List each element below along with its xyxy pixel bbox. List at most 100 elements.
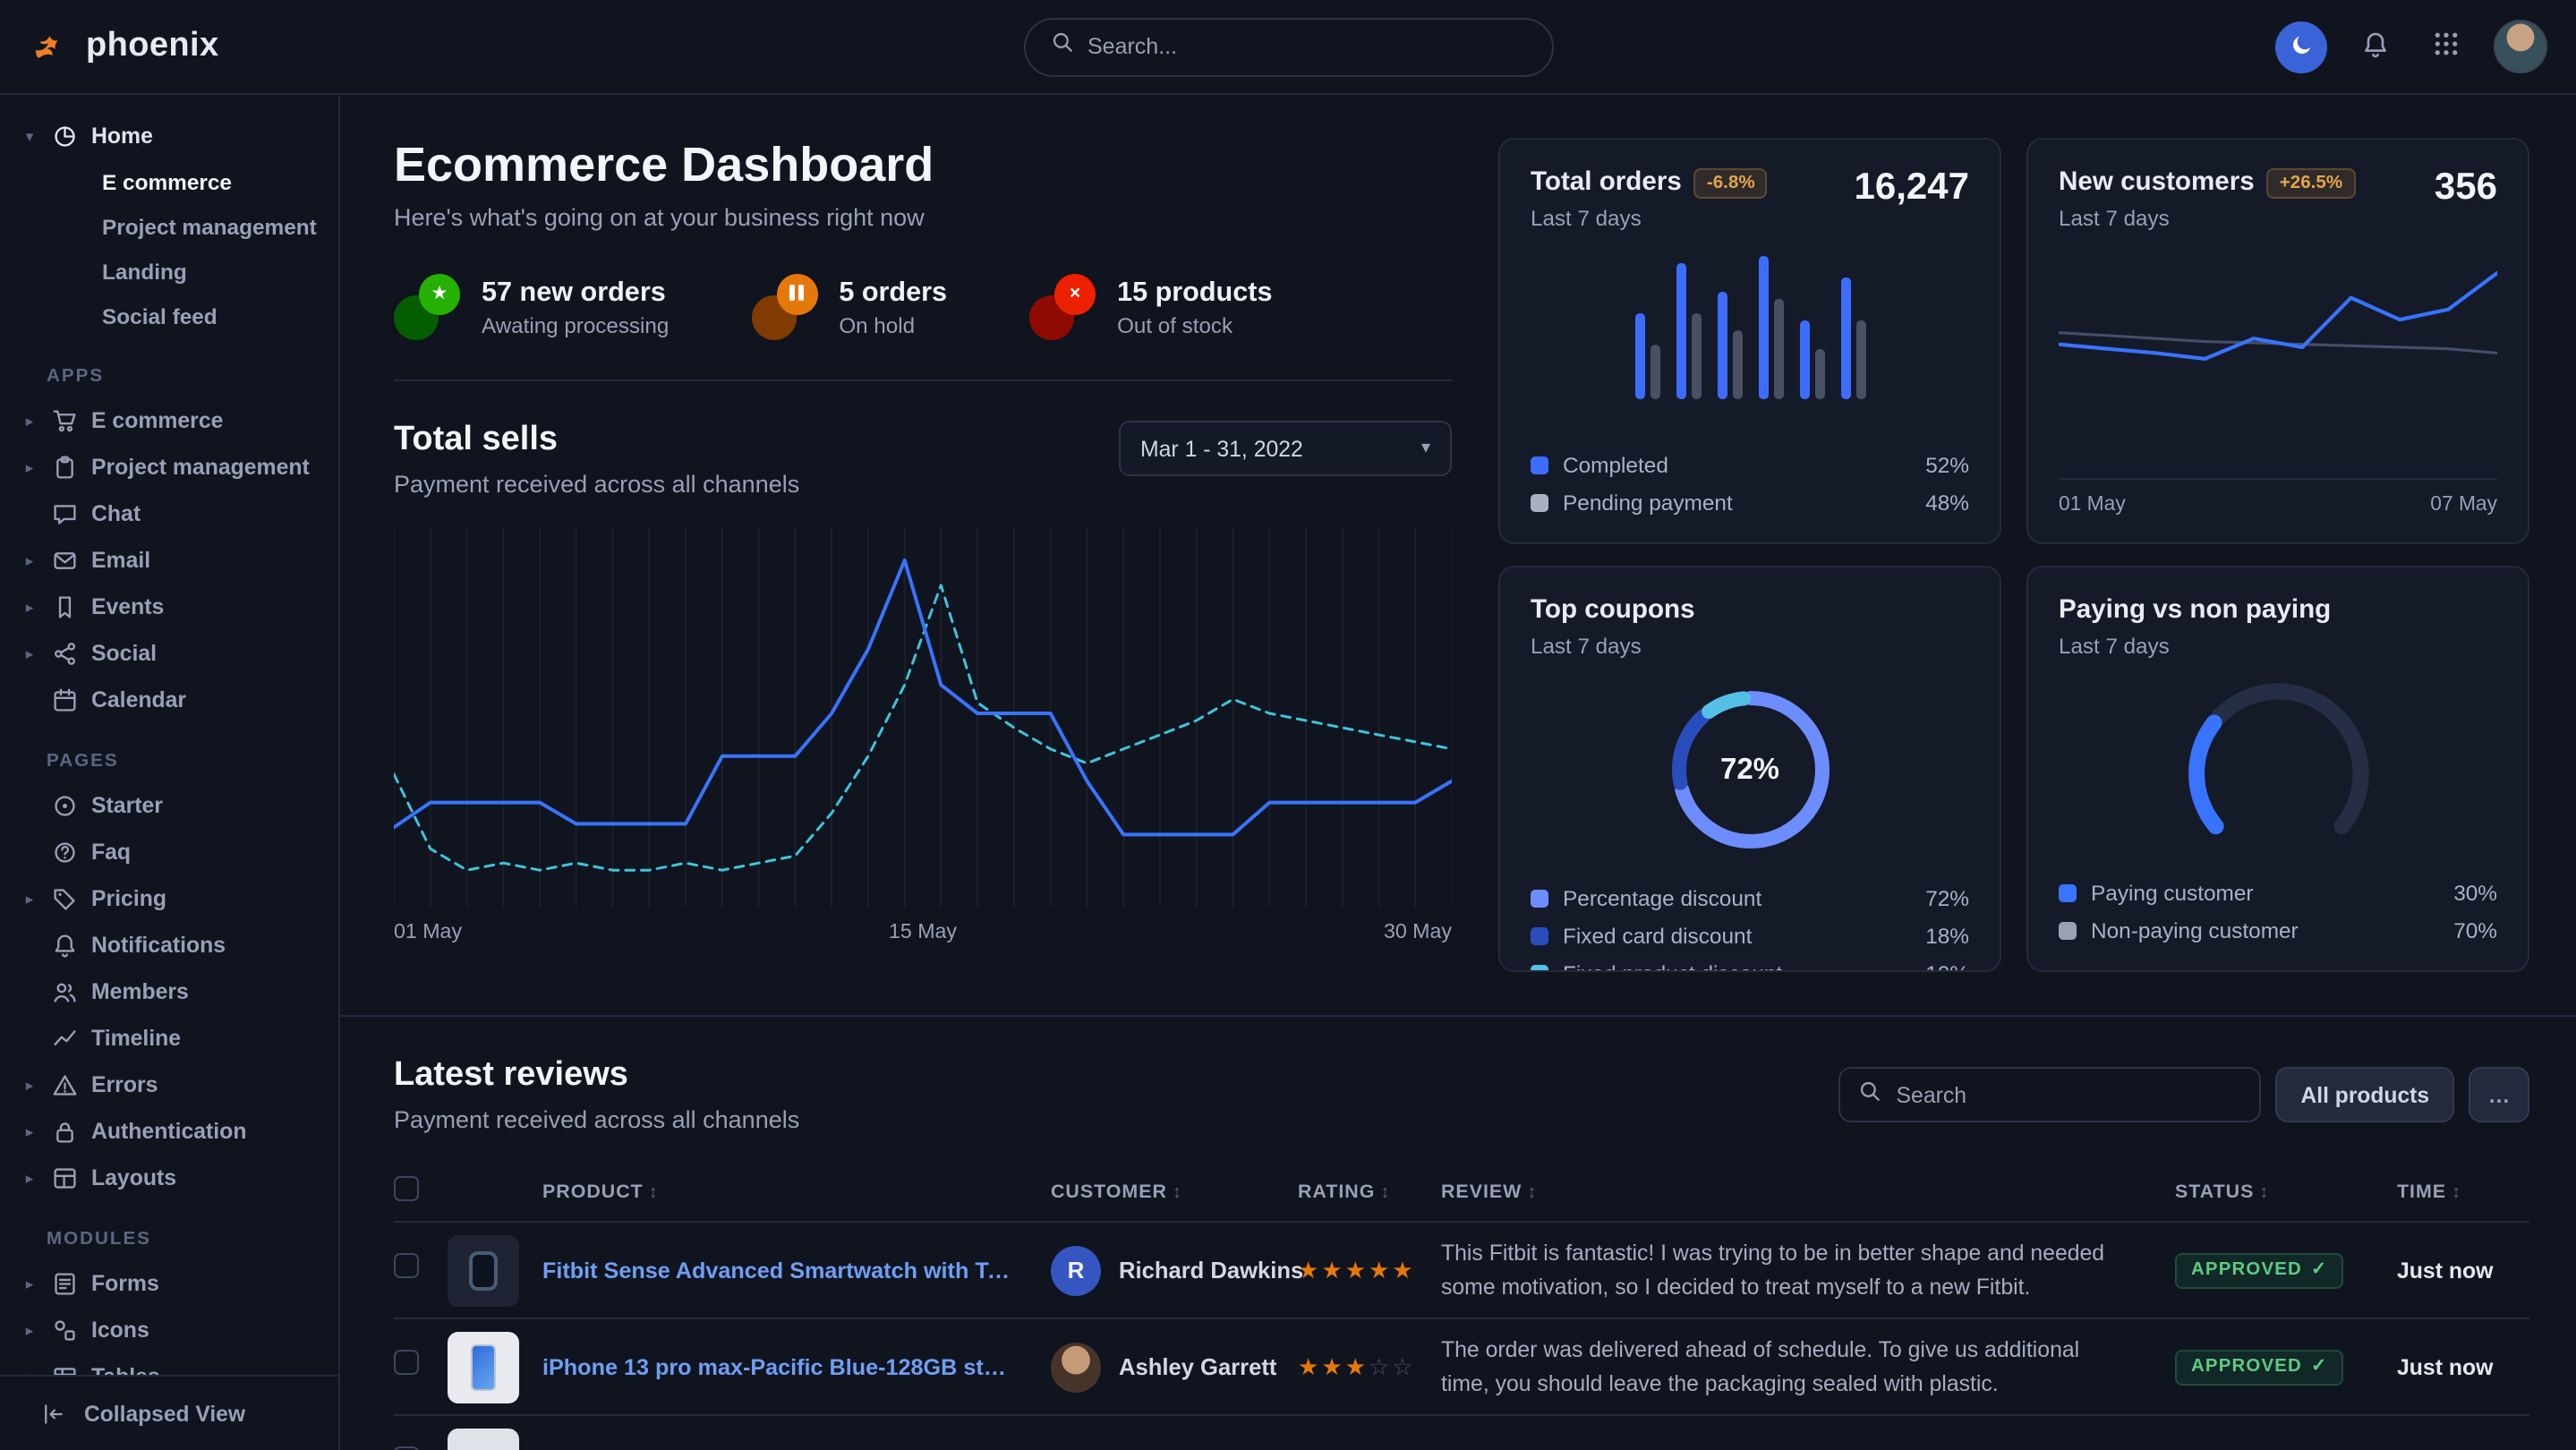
global-search[interactable] bbox=[1023, 17, 1553, 76]
legend-swatch bbox=[1531, 890, 1548, 908]
chevron-right-icon: ▸ bbox=[21, 550, 38, 570]
product-link[interactable]: Fitbit Sense Advanced Smartwatch with To… bbox=[542, 1258, 1051, 1283]
column-rating[interactable]: RATING↕ bbox=[1298, 1181, 1441, 1202]
column-customer[interactable]: CUSTOMER↕ bbox=[1051, 1181, 1298, 1202]
sidebar-item-authentication[interactable]: ▸Authentication bbox=[0, 1108, 338, 1155]
review-time: Just now bbox=[2397, 1354, 2529, 1379]
dashboard-left-column: Ecommerce Dashboard Here's what's going … bbox=[394, 138, 1452, 972]
sidebar-item-forms[interactable]: ▸Forms bbox=[0, 1260, 338, 1307]
column-review[interactable]: REVIEW↕ bbox=[1441, 1181, 2175, 1202]
star-icon: ★ bbox=[1345, 1352, 1369, 1379]
form-icon bbox=[50, 1269, 79, 1298]
sidebar-item-timeline[interactable]: Timeline bbox=[0, 1015, 338, 1062]
column-status[interactable]: STATUS↕ bbox=[2175, 1181, 2397, 1202]
sidebar-subitem-social-feed[interactable]: Social feed bbox=[0, 294, 338, 338]
sidebar-item-notifications[interactable]: Notifications bbox=[0, 922, 338, 968]
row-checkbox[interactable] bbox=[394, 1350, 419, 1375]
legend-swatch bbox=[2059, 922, 2077, 940]
trend-badge: -6.8% bbox=[1694, 168, 1768, 199]
user-avatar[interactable] bbox=[2494, 20, 2547, 73]
reviews-search-input[interactable] bbox=[1897, 1082, 2242, 1107]
legend-value: 10% bbox=[1925, 961, 1969, 972]
legend-swatch bbox=[2059, 884, 2077, 902]
sidebar-item-chat[interactable]: Chat bbox=[0, 490, 338, 537]
sidebar-item-home[interactable]: ▾Home bbox=[0, 113, 338, 159]
sidebar-item-project-management[interactable]: ▸Project management bbox=[0, 444, 338, 490]
star-icon: ★ bbox=[1321, 1352, 1344, 1379]
reviews-search[interactable] bbox=[1839, 1067, 2262, 1122]
legend-label: Percentage discount bbox=[1563, 886, 1761, 911]
grid-icon bbox=[2432, 30, 2459, 63]
customer-cell: R Richard Dawkins bbox=[1051, 1245, 1298, 1295]
notifications-button[interactable] bbox=[2354, 25, 2397, 68]
collapse-icon bbox=[39, 1399, 68, 1428]
sidebar-item-starter[interactable]: Starter bbox=[0, 782, 338, 829]
search-input[interactable] bbox=[1088, 34, 1526, 59]
card-title: Total orders bbox=[1531, 168, 1682, 197]
apps-grid-button[interactable] bbox=[2424, 25, 2467, 68]
row-checkbox[interactable] bbox=[394, 1253, 419, 1278]
top-navbar: phoenix bbox=[0, 0, 2576, 95]
iphone-image bbox=[471, 1343, 496, 1390]
product-image[interactable] bbox=[448, 1331, 519, 1403]
all-products-button[interactable]: All products bbox=[2276, 1067, 2454, 1122]
collapse-sidebar-button[interactable]: Collapsed View bbox=[0, 1375, 338, 1450]
chevron-down-icon: ▾ bbox=[1421, 439, 1430, 458]
product-link[interactable]: iPhone 13 pro max-Pacific Blue-128GB sto… bbox=[542, 1354, 1051, 1379]
sidebar-item-icons[interactable]: ▸Icons bbox=[0, 1307, 338, 1353]
column-product[interactable]: PRODUCT↕ bbox=[542, 1181, 1051, 1202]
sidebar-item-tables[interactable]: ▸Tables bbox=[0, 1353, 338, 1375]
sidebar-item-faq[interactable]: Faq bbox=[0, 829, 338, 875]
chevron-right-icon: ▸ bbox=[21, 1367, 38, 1375]
row-checkbox[interactable] bbox=[394, 1446, 419, 1450]
warning-icon bbox=[50, 1070, 79, 1099]
avatar[interactable] bbox=[1051, 1342, 1101, 1392]
lock-icon bbox=[50, 1117, 79, 1146]
star-icon: ★ bbox=[1298, 1352, 1321, 1379]
sort-icon: ↕ bbox=[1173, 1182, 1182, 1202]
sidebar-item-members[interactable]: Members bbox=[0, 968, 338, 1015]
customer-name: Richard Dawkins bbox=[1119, 1257, 1303, 1284]
sort-icon: ↕ bbox=[1527, 1182, 1537, 1202]
smartwatch-image bbox=[469, 1250, 498, 1290]
sidebar-item-layouts[interactable]: ▸Layouts bbox=[0, 1155, 338, 1201]
x-tick: 01 May bbox=[394, 920, 462, 943]
legend-label: Paying customer bbox=[2091, 881, 2254, 906]
product-image[interactable] bbox=[448, 1234, 519, 1306]
sidebar-item-errors[interactable]: ▸Errors bbox=[0, 1062, 338, 1108]
chevron-right-icon: ▸ bbox=[21, 411, 38, 431]
sidebar-subitem-e-commerce[interactable]: E commerce bbox=[0, 159, 338, 204]
more-options-button[interactable]: … bbox=[2469, 1067, 2529, 1122]
select-all-checkbox[interactable] bbox=[394, 1176, 419, 1201]
card-period: Last 7 days bbox=[1531, 206, 1768, 231]
theme-toggle-button[interactable] bbox=[2275, 21, 2327, 72]
sort-icon: ↕ bbox=[649, 1182, 659, 1202]
product-image[interactable] bbox=[448, 1428, 519, 1450]
column-time[interactable]: TIME↕ bbox=[2397, 1181, 2529, 1202]
sidebar-item-email[interactable]: ▸Email bbox=[0, 537, 338, 584]
sidebar-item-calendar[interactable]: Calendar bbox=[0, 677, 338, 723]
star-icon: ★ bbox=[1298, 1256, 1321, 1283]
sidebar-subitem-landing[interactable]: Landing bbox=[0, 249, 338, 294]
date-range-select[interactable]: Mar 1 - 31, 2022 ▾ bbox=[1119, 421, 1452, 476]
sidebar-item-social[interactable]: ▸Social bbox=[0, 630, 338, 677]
new-customers-card: New customers+26.5% Last 7 days 356 01 M… bbox=[2026, 138, 2529, 544]
avatar[interactable]: R bbox=[1051, 1245, 1101, 1295]
donut-center-label: 72% bbox=[1657, 677, 1843, 863]
users-icon bbox=[50, 977, 79, 1006]
sidebar-item-pricing[interactable]: ▸Pricing bbox=[0, 875, 338, 922]
brand-logo[interactable]: phoenix bbox=[29, 21, 219, 72]
tag-icon bbox=[50, 884, 79, 913]
kpi-cards: Total orders-6.8% Last 7 days 16,247 Com… bbox=[1498, 138, 2529, 972]
search-icon bbox=[1050, 30, 1073, 63]
legend-value: 18% bbox=[1925, 924, 1969, 949]
total-orders-legend: Completed52% Pending payment48% bbox=[1531, 440, 1969, 516]
sidebar-subitem-project-management[interactable]: Project management bbox=[0, 204, 338, 249]
reviews-title: Latest reviews bbox=[394, 1056, 799, 1096]
phoenix-dashboard: phoenix bbox=[0, 0, 2576, 1450]
page-title: Ecommerce Dashboard bbox=[394, 138, 1452, 193]
stat-out-of-stock: × 15 products Out of stock bbox=[1029, 274, 1272, 340]
sidebar-item-e-commerce[interactable]: ▸E commerce bbox=[0, 397, 338, 444]
share-icon bbox=[50, 639, 79, 668]
sidebar-item-events[interactable]: ▸Events bbox=[0, 584, 338, 630]
